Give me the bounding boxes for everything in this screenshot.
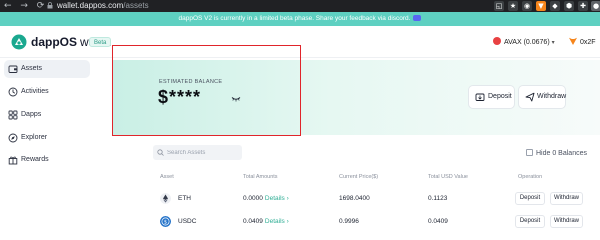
details-label: Details — [264, 218, 285, 225]
amount-value: 0.0409 — [243, 218, 263, 225]
search-input[interactable] — [167, 147, 239, 158]
extension-icon[interactable]: ⬢ — [564, 1, 574, 11]
deposit-button[interactable]: Deposit — [469, 86, 514, 108]
withdraw-button[interactable]: Withdraw — [519, 86, 567, 108]
wallet-icon — [8, 65, 18, 73]
details-label: Details — [264, 195, 285, 202]
chain-label: AVAX (0.0676) — [504, 39, 550, 46]
column-header-current-price: Current Price($) — [339, 174, 379, 180]
browser-nav-buttons[interactable]: ← → ⟳ — [4, 1, 47, 11]
beta-badge: Beta — [89, 37, 112, 47]
current-price: 1698.0400 — [339, 195, 370, 202]
sidebar-item-explorer[interactable]: Explorer — [4, 129, 90, 147]
highlight-box — [112, 45, 301, 136]
deposit-label: Deposit — [488, 93, 512, 100]
search-icon — [157, 149, 164, 156]
row-deposit-button[interactable]: Deposit — [515, 192, 545, 205]
banner-text: dappOS V2 is currently in a limited beta… — [178, 15, 411, 22]
eth-icon — [160, 193, 171, 204]
metamask-icon — [569, 37, 577, 45]
asset-symbol: USDC — [178, 218, 197, 225]
sidebar-item-label: Assets — [21, 65, 43, 72]
sidebar-item-assets[interactable]: Assets — [4, 60, 90, 78]
details-link[interactable]: Details › — [265, 195, 289, 202]
column-header-operation: Operation — [518, 174, 543, 180]
discord-icon[interactable] — [413, 15, 422, 21]
chain-selector[interactable]: AVAX (0.0676) ▾ — [493, 37, 555, 46]
beta-banner: dappOS V2 is currently in a limited beta… — [0, 12, 600, 26]
extension-icon[interactable]: ◱ — [494, 1, 504, 11]
table-row: ETH 0.0000 Details › 1698.0400 0.1123 Dep… — [150, 191, 600, 213]
browser-toolbar: ← → ⟳ wallet.dappos.com/assets ◱ ★ ◉ ▼ ◆… — [0, 0, 600, 12]
address-bar[interactable]: wallet.dappos.com/assets — [57, 1, 149, 10]
row-deposit-button[interactable]: Deposit — [515, 215, 545, 228]
row-withdraw-button[interactable]: Withdraw — [550, 215, 583, 228]
sidebar: Assets Activities Dapps Explorer Rewards — [0, 58, 96, 240]
avax-icon — [493, 37, 501, 45]
column-header-total-amounts: Total Amounts — [243, 174, 278, 180]
amount-value: 0.0000 — [243, 195, 263, 202]
profile-icon[interactable]: ● — [591, 1, 600, 11]
sidebar-item-label: Explorer — [21, 134, 48, 141]
extension-icon[interactable]: ◆ — [550, 1, 560, 11]
sidebar-item-label: Rewards — [21, 156, 49, 163]
search-field[interactable] — [153, 145, 242, 160]
url-host: wallet.dappos.com — [57, 1, 124, 10]
sidebar-item-label: Dapps — [21, 111, 42, 118]
puzzle-icon[interactable]: ✚ — [578, 1, 588, 11]
checkbox[interactable] — [526, 149, 533, 156]
sidebar-item-dapps[interactable]: Dapps — [4, 106, 90, 124]
usd-value: 0.0409 — [428, 218, 448, 225]
column-header-asset: Asset — [160, 174, 174, 180]
account-label: 0x2F — [580, 39, 596, 46]
extension-icon[interactable]: ◉ — [522, 1, 532, 11]
total-amount: 0.0409 Details › — [243, 218, 289, 225]
send-icon — [525, 92, 535, 102]
gift-icon — [8, 156, 18, 165]
banner-text-line: dappOS V2 is currently in a limited beta… — [0, 15, 600, 22]
url-path: /assets — [123, 1, 149, 10]
activity-icon — [8, 87, 18, 97]
details-link[interactable]: Details › — [265, 218, 289, 225]
chevron-down-icon: ▾ — [551, 40, 555, 46]
svg-text:$: $ — [164, 219, 167, 225]
current-price: 0.9996 — [339, 218, 359, 225]
usd-value: 0.1123 — [428, 195, 448, 202]
lock-icon — [47, 2, 53, 9]
account-button[interactable]: 0x2F — [569, 37, 596, 46]
asset-symbol: ETH — [178, 195, 191, 202]
usdc-icon: $ — [160, 216, 171, 227]
deposit-icon — [475, 93, 485, 101]
table-row: $ USDC 0.0409 Details › 0.9996 0.0409 Dep… — [150, 214, 600, 236]
metamask-extension-icon[interactable]: ▼ — [536, 1, 546, 11]
hide-zero-toggle[interactable]: Hide 0 Balances — [526, 149, 587, 157]
sidebar-item-rewards[interactable]: Rewards — [4, 151, 90, 169]
sidebar-item-activities[interactable]: Activities — [4, 83, 90, 101]
dappos-logo-icon — [11, 34, 27, 50]
extension-icon[interactable]: ★ — [508, 1, 518, 11]
column-header-total-usd-value: Total USD Value — [428, 174, 468, 180]
row-withdraw-button[interactable]: Withdraw — [550, 192, 583, 205]
sidebar-item-label: Activities — [21, 88, 49, 95]
hide-zero-label: Hide 0 Balances — [536, 150, 587, 157]
compass-icon — [8, 133, 18, 143]
withdraw-label: Withdraw — [537, 93, 567, 100]
logo-name: dappOS — [31, 35, 78, 49]
total-amount: 0.0000 Details › — [243, 195, 289, 202]
grid-icon — [8, 110, 18, 120]
